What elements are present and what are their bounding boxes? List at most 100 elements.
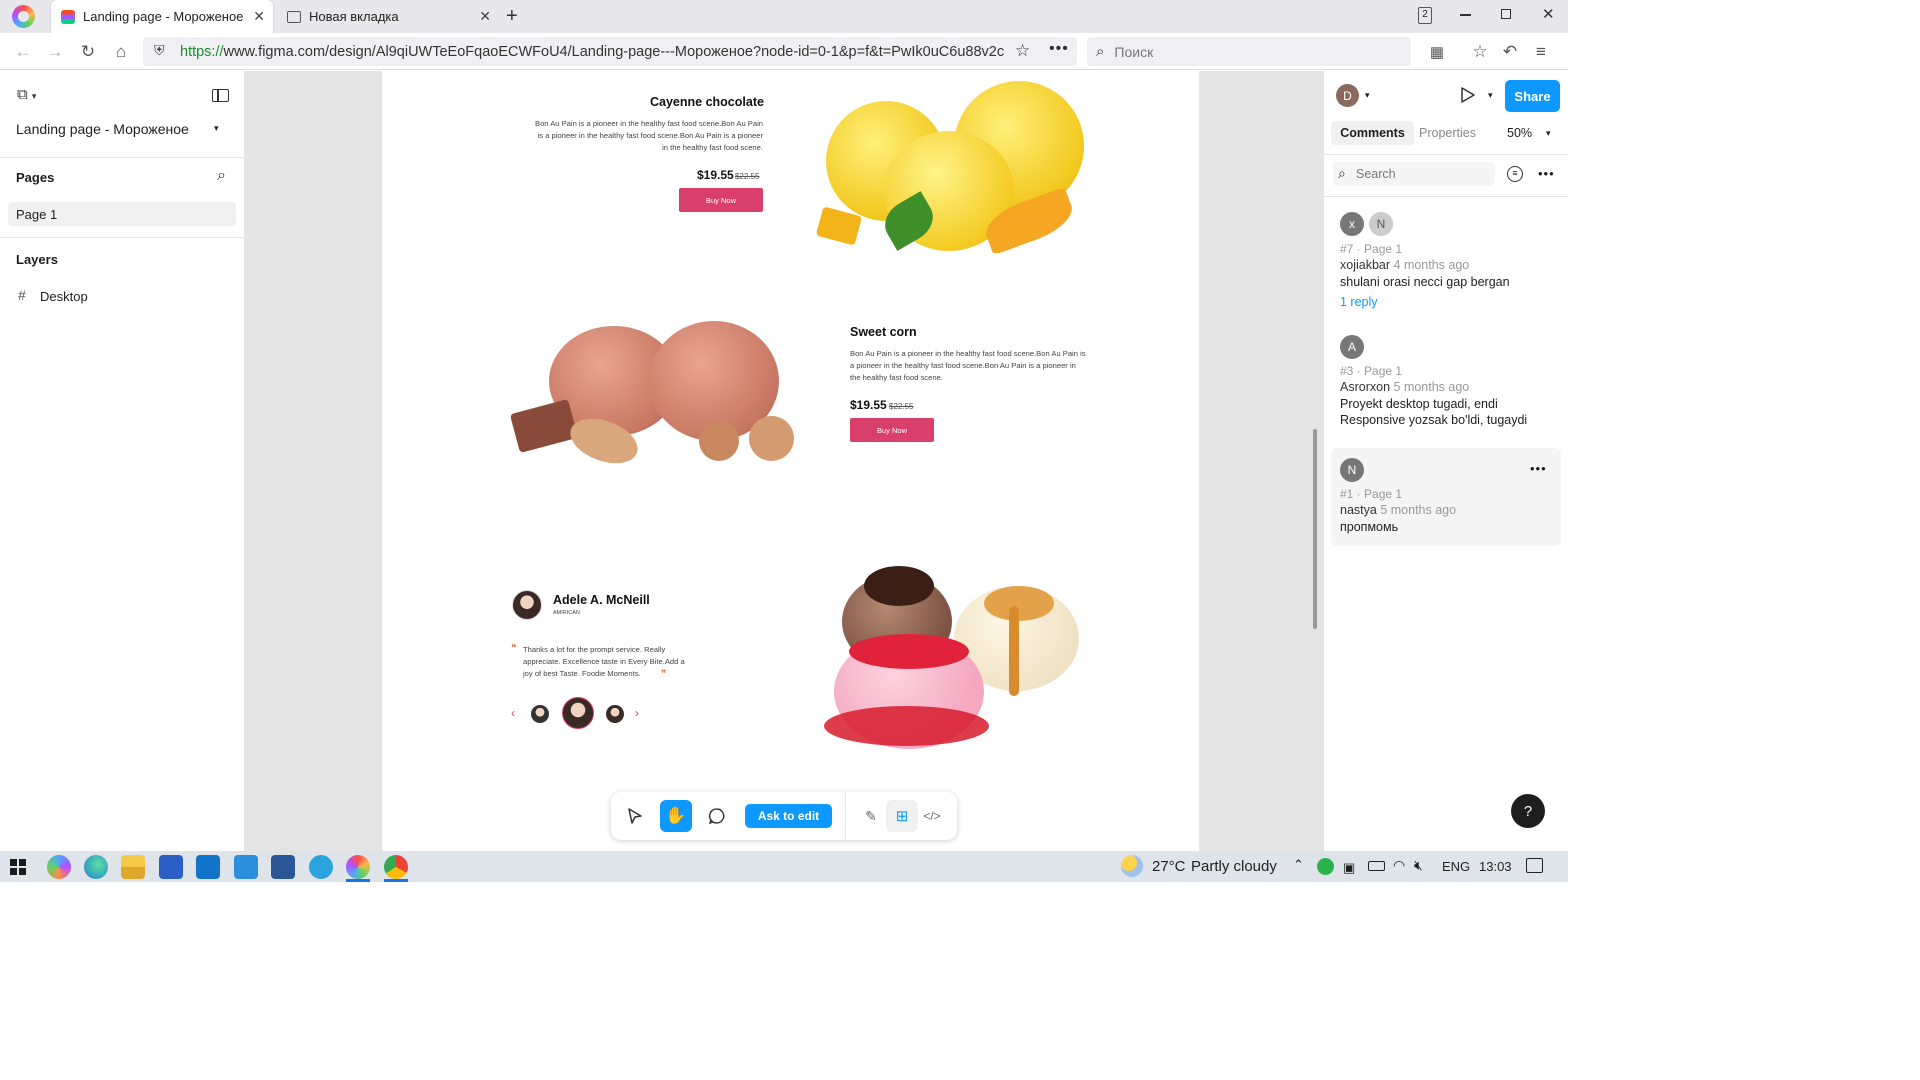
hand-tool-icon[interactable]: ✋	[660, 800, 692, 832]
telegram-icon[interactable]	[309, 855, 333, 879]
buy-now-button[interactable]: Buy Now	[679, 188, 763, 212]
close-icon[interactable]: ✕	[479, 8, 491, 25]
chevron-left-icon[interactable]: ‹	[511, 706, 515, 720]
bookmark-star-icon[interactable]: ☆	[1015, 41, 1030, 61]
product-old-price: $22.55	[735, 172, 760, 181]
weather-icon[interactable]	[1121, 855, 1143, 877]
shield-icon[interactable]: ⛨	[154, 42, 165, 59]
battery-icon[interactable]	[1368, 861, 1385, 871]
apps-grid-icon[interactable]: ▦	[1424, 39, 1450, 65]
notifications-icon[interactable]	[1526, 858, 1543, 873]
store-icon[interactable]	[159, 855, 183, 879]
search-input[interactable]: ⌕ Поиск	[1087, 37, 1411, 66]
design-mode-icon[interactable]: ⊞	[886, 800, 918, 832]
vscode-icon[interactable]	[234, 855, 258, 879]
edge-icon[interactable]	[84, 855, 108, 879]
chrome-icon[interactable]	[384, 855, 408, 879]
reviewer-avatar[interactable]	[531, 705, 549, 723]
chevron-down-icon[interactable]: ▾	[214, 123, 219, 134]
forward-icon[interactable]: →	[42, 39, 68, 65]
more-options-icon[interactable]: •••	[1530, 461, 1547, 476]
device-icon[interactable]: ▣	[1343, 860, 1355, 876]
reviewer-avatar-active[interactable]	[562, 697, 594, 729]
home-icon[interactable]: ⌂	[108, 39, 134, 65]
user-avatar[interactable]: D	[1336, 84, 1359, 107]
reply-count-link[interactable]: 1 reply	[1340, 295, 1378, 309]
page-actions-icon[interactable]: •••	[1049, 40, 1069, 58]
comment-tool-icon[interactable]	[701, 800, 733, 832]
comment-thread[interactable]: x N #7 · Page 1 xojiakbar 4 months ago s…	[1331, 202, 1561, 312]
dev-mode-icon[interactable]: </>	[916, 800, 948, 832]
page-item-page-1[interactable]: Page 1	[8, 202, 236, 226]
product-title: Sweet corn	[850, 325, 917, 339]
volume-icon[interactable]: 🔇︎	[1414, 857, 1423, 874]
history-back-icon[interactable]: ↶	[1497, 39, 1523, 65]
clock[interactable]: 13:03	[1479, 859, 1512, 874]
zoom-level[interactable]: 50%	[1507, 126, 1532, 140]
favorites-icon[interactable]: ☆	[1467, 39, 1493, 65]
tray-app-icon[interactable]	[1317, 858, 1334, 875]
browser-taskbar-icon[interactable]	[346, 855, 370, 879]
sidebar-toggle-icon[interactable]	[212, 89, 229, 102]
filter-icon[interactable]: ≡	[1507, 166, 1523, 182]
tab-properties[interactable]: Properties	[1419, 126, 1476, 140]
chevron-up-icon[interactable]: ⌃	[1293, 857, 1304, 873]
present-play-icon[interactable]	[1460, 86, 1476, 109]
chevron-right-icon[interactable]: ›	[635, 706, 639, 720]
comments-search-input[interactable]: ⌕ Search	[1333, 162, 1495, 186]
draw-tool-icon[interactable]: ✎	[855, 800, 887, 832]
browser-logo-icon[interactable]	[12, 5, 35, 28]
file-name[interactable]: Landing page - Мороженое	[16, 121, 189, 137]
layer-item-desktop[interactable]: Desktop	[40, 289, 88, 304]
design-canvas[interactable]: Cayenne chocolate Bon Au Pain is a pione…	[245, 71, 1323, 851]
address-bar[interactable]: ⛨ https://www.figma.com/design/Al9qiUWTe…	[143, 37, 1077, 66]
chevron-down-icon[interactable]: ▾	[1546, 128, 1551, 139]
file-explorer-icon[interactable]	[121, 855, 145, 879]
reload-icon[interactable]: ↻	[75, 39, 101, 65]
tab-new[interactable]: Новая вкладка ✕	[277, 0, 499, 33]
desktop-frame[interactable]: Cayenne chocolate Bon Au Pain is a pione…	[382, 71, 1199, 851]
chevron-down-icon[interactable]: ▾	[1488, 90, 1493, 101]
search-icon[interactable]: ⌕	[217, 167, 226, 185]
close-icon[interactable]: ✕	[253, 8, 265, 25]
minimize-icon[interactable]	[1460, 14, 1471, 16]
restore-icon[interactable]	[1501, 9, 1511, 19]
back-icon[interactable]: ←	[10, 39, 36, 65]
url-text[interactable]: https://www.figma.com/design/Al9qiUWTeEo…	[180, 44, 1010, 60]
comment-thread[interactable]: N ••• #1 · Page 1 nastya 5 months ago пр…	[1331, 448, 1561, 546]
comment-author: xojiakbar 4 months ago	[1340, 258, 1469, 272]
buy-now-button[interactable]: Buy Now	[850, 418, 934, 442]
reviewer-avatar[interactable]	[606, 705, 624, 723]
move-tool-icon[interactable]	[619, 800, 651, 832]
tab-figma[interactable]: Landing page - Мороженое ✕	[51, 0, 273, 33]
close-window-icon[interactable]: ✕	[1542, 5, 1555, 23]
weather-temperature[interactable]: 27°C	[1152, 858, 1186, 875]
tab-comments[interactable]: Comments	[1331, 121, 1414, 145]
language-indicator[interactable]: ENG	[1442, 859, 1470, 874]
chevron-down-icon[interactable]: ▾	[1365, 90, 1370, 101]
menu-icon[interactable]: ≡	[1528, 39, 1554, 65]
testimonial-name: Adele A. McNeill	[553, 593, 650, 607]
search-icon: ⌕	[1338, 165, 1346, 181]
canvas-scrollbar[interactable]	[1313, 429, 1317, 629]
more-options-icon[interactable]: •••	[1538, 166, 1555, 181]
outlook-icon[interactable]	[196, 855, 220, 879]
figma-menu-icon[interactable]: ⧉ ▾	[17, 86, 36, 103]
ask-to-edit-button[interactable]: Ask to edit	[745, 804, 832, 828]
copilot-icon[interactable]	[47, 855, 71, 879]
comment-thread[interactable]: A #3 · Page 1 Asrorxon 5 months ago Proy…	[1331, 325, 1561, 435]
wifi-icon[interactable]: ◠	[1393, 857, 1405, 874]
mango-ice-cream-image	[814, 71, 1104, 261]
share-button[interactable]: Share	[1505, 80, 1560, 112]
weather-condition[interactable]: Partly cloudy	[1191, 858, 1277, 875]
comment-time: 5 months ago	[1380, 503, 1457, 517]
divider	[1324, 196, 1569, 197]
add-tab-icon[interactable]: +	[506, 5, 518, 28]
testimonial-origin: AMIRICAN	[553, 610, 580, 616]
window-count-badge[interactable]: 2	[1418, 7, 1432, 24]
windows-start-icon[interactable]	[10, 859, 26, 875]
word-icon[interactable]	[271, 855, 295, 879]
three-scoops-image	[814, 566, 1084, 751]
help-button[interactable]: ?	[1511, 794, 1545, 828]
product-price: $19.55	[697, 168, 734, 182]
